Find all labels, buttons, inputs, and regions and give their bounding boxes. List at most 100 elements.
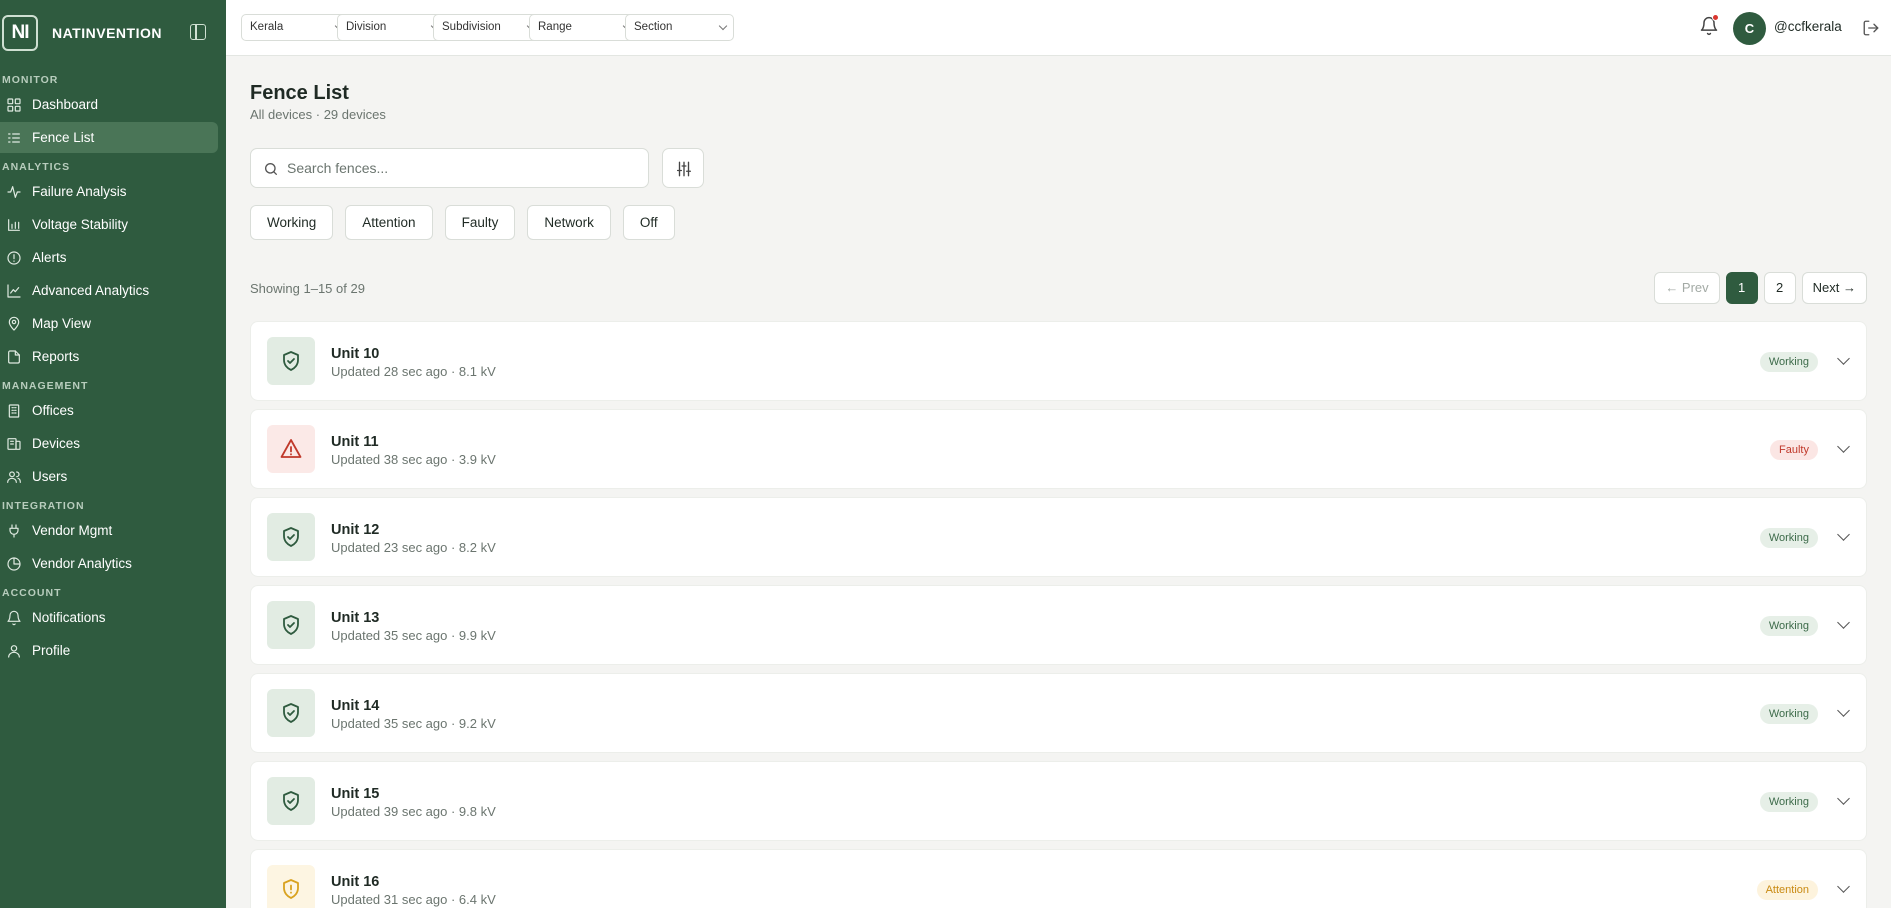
logout-icon[interactable]: [1862, 19, 1880, 37]
fence-name: Unit 12: [331, 522, 380, 538]
status-badge: Working: [1759, 352, 1818, 372]
sidebar-item-vendor-mgmt[interactable]: Vendor Mgmt: [0, 515, 218, 546]
sidebar-item-voltage-stability[interactable]: Voltage Stability: [0, 209, 218, 240]
chevron-down-icon[interactable]: [1837, 704, 1850, 717]
status-badge: Working: [1759, 792, 1818, 812]
nav-section-label: ANALYTICS: [2, 161, 71, 173]
sidebar-item-reports[interactable]: Reports: [0, 341, 218, 372]
sidebar-item-vendor-analytics[interactable]: Vendor Analytics: [0, 548, 218, 579]
sidebar-item-failure-analysis[interactable]: Failure Analysis: [0, 176, 218, 207]
page-subtitle: All devices · 29 devices: [250, 107, 386, 122]
fence-list: Unit 10 Updated 28 sec ago · 8.1 kV Workin…: [250, 321, 1867, 908]
fence-card[interactable]: Unit 11 Updated 38 sec ago · 3.9 kV Faulty: [250, 409, 1867, 489]
notifications-bell-icon[interactable]: [1699, 14, 1719, 36]
sidebar-item-alerts[interactable]: Alerts: [0, 242, 218, 273]
fence-meta: Updated 35 sec ago · 9.2 kV: [331, 716, 496, 731]
fence-card[interactable]: Unit 10 Updated 28 sec ago · 8.1 kV Workin…: [250, 321, 1867, 401]
sidebar-item-label: Map View: [32, 316, 92, 331]
sidebar-item-dashboard[interactable]: Dashboard: [0, 89, 218, 120]
sidebar: NI NATINVENTION MONITOR Dashboard Fence Li…: [0, 0, 226, 908]
filter-select-subdivision[interactable]: Subdivision: [433, 14, 542, 41]
sidebar-item-label: Fence List: [32, 130, 95, 145]
activity-icon: [7, 185, 21, 198]
user-handle[interactable]: @ccfkerala: [1774, 19, 1842, 34]
avatar[interactable]: C: [1733, 12, 1766, 45]
fence-name: Unit 14: [331, 698, 380, 714]
sidebar-item-advanced-analytics[interactable]: Advanced Analytics: [0, 275, 218, 306]
search-icon: [265, 163, 277, 175]
notification-dot: [1712, 14, 1719, 21]
chevron-down-icon[interactable]: [1837, 792, 1850, 805]
status-badge: Working: [1759, 528, 1818, 548]
status-chip-off[interactable]: Off: [622, 205, 675, 240]
status-chip-attention[interactable]: Attention: [345, 205, 433, 240]
fence-card[interactable]: Unit 14 Updated 35 sec ago · 9.2 kV Workin…: [250, 673, 1867, 753]
fence-meta: Updated 23 sec ago · 8.2 kV: [331, 540, 496, 555]
sidebar-item-map-view[interactable]: Map View: [0, 308, 218, 339]
sidebar-item-notifications[interactable]: Notifications: [0, 602, 218, 633]
status-icon-box: [267, 601, 315, 649]
chevron-down-icon[interactable]: [1837, 880, 1850, 893]
fence-card[interactable]: Unit 13 Updated 35 sec ago · 9.9 kV Workin…: [250, 585, 1867, 665]
fence-card[interactable]: Unit 12 Updated 23 sec ago · 8.2 kV Workin…: [250, 497, 1867, 577]
map-pin-icon: [8, 316, 20, 331]
chevron-down-icon[interactable]: [1837, 440, 1850, 453]
bell-icon: [7, 610, 21, 625]
filter-select-value: Kerala: [250, 21, 284, 33]
filter-select-value: Range: [538, 21, 572, 33]
filter-select-division[interactable]: Division: [337, 14, 446, 41]
fence-meta: Updated 28 sec ago · 8.1 kV: [331, 364, 496, 379]
sidebar-item-label: Offices: [32, 403, 74, 418]
filter-select-value: Subdivision: [442, 21, 501, 33]
shield-check-icon: [283, 527, 299, 547]
brand-name: NATINVENTION: [52, 25, 162, 41]
sidebar-item-devices[interactable]: Devices: [0, 428, 218, 459]
sidebar-item-offices[interactable]: Offices: [0, 395, 218, 426]
sidebar-item-fence-list[interactable]: Fence List: [0, 122, 218, 153]
status-icon-box: [267, 865, 315, 908]
status-icon-box: [267, 425, 315, 473]
status-icon-box: [267, 513, 315, 561]
brand: NI NATINVENTION: [0, 0, 226, 66]
top-bar: Kerala Division Subdivision Range Section C …: [226, 0, 1891, 56]
brand-logo[interactable]: NI: [2, 15, 38, 51]
search-box: [250, 148, 649, 188]
sidebar-item-label: Vendor Mgmt: [32, 523, 113, 538]
warning-triangle-icon: [280, 439, 302, 458]
filter-settings-button[interactable]: [662, 148, 704, 188]
nav-section-label: MONITOR: [2, 74, 59, 86]
chevron-down-icon[interactable]: [1837, 616, 1850, 629]
status-chip-working[interactable]: Working: [250, 205, 334, 240]
fence-meta: Updated 35 sec ago · 9.9 kV: [331, 628, 496, 643]
list-icon: [8, 132, 20, 143]
pie-icon: [7, 556, 21, 571]
page-1-button[interactable]: 1: [1725, 272, 1758, 304]
next-page-button[interactable]: Next →: [1801, 272, 1867, 304]
file-icon: [8, 349, 20, 364]
prev-page-button[interactable]: ← Prev: [1654, 272, 1720, 304]
sidebar-toggle-icon[interactable]: [190, 24, 206, 40]
sidebar-item-label: Reports: [32, 349, 80, 364]
chevron-down-icon[interactable]: [1837, 528, 1850, 541]
nav-section-label: MANAGEMENT: [2, 380, 89, 392]
sidebar-item-profile[interactable]: Profile: [0, 635, 218, 666]
page-2-button[interactable]: 2: [1763, 272, 1796, 304]
sidebar-nav: MONITOR Dashboard Fence List ANALYTICS Failu…: [0, 72, 226, 666]
fence-card[interactable]: Unit 16 Updated 31 sec ago · 6.4 kV Attent…: [250, 849, 1867, 908]
filter-select-section[interactable]: Section: [625, 14, 734, 41]
showing-count: Showing 1–15 of 29: [250, 281, 365, 296]
bar-chart-icon: [8, 218, 20, 231]
trend-icon: [7, 283, 21, 298]
sidebar-item-users[interactable]: Users: [0, 461, 218, 492]
status-chip-network[interactable]: Network: [527, 205, 611, 240]
fence-meta: Updated 39 sec ago · 9.8 kV: [331, 804, 496, 819]
chevron-down-icon: [718, 21, 728, 31]
chevron-down-icon[interactable]: [1837, 352, 1850, 365]
fence-card[interactable]: Unit 15 Updated 39 sec ago · 9.8 kV Workin…: [250, 761, 1867, 841]
filter-select-range[interactable]: Range: [529, 14, 638, 41]
filter-select-kerala[interactable]: Kerala: [241, 14, 350, 41]
page-title: Fence List: [250, 82, 349, 104]
status-chip-faulty[interactable]: Faulty: [444, 205, 516, 240]
sliders-icon: [676, 161, 692, 177]
search-input[interactable]: [287, 149, 637, 187]
